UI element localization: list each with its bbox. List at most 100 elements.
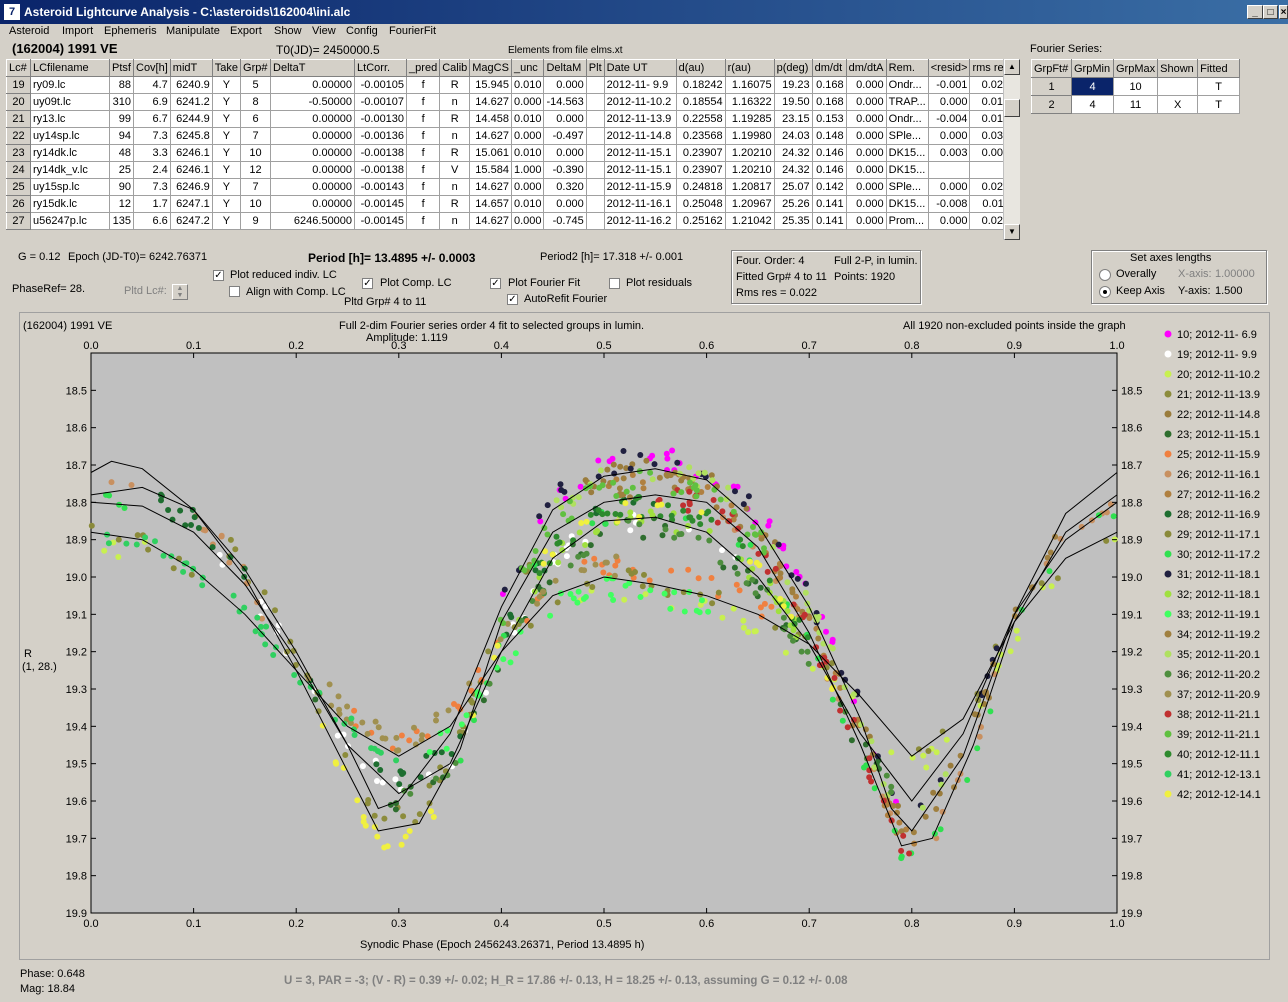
table-cell[interactable]: 9 [240,212,272,230]
table-cell[interactable]: 0.00000 [270,127,356,145]
table-cell[interactable]: -0.00136 [354,127,408,145]
table-cell[interactable]: 0.168 [811,76,847,94]
table-cell[interactable]: 2.4 [133,161,171,179]
legend-label[interactable]: 34; 2012-11-19.2 [1177,629,1260,641]
table-cell[interactable]: 1.16322 [724,93,775,111]
table-cell[interactable]: 0.23907 [675,144,726,162]
overally-radio[interactable] [1099,269,1111,281]
table-cell[interactable]: 0.00000 [270,144,356,162]
table-cell[interactable]: 6.7 [133,110,171,128]
x-axis-value[interactable]: 1.00000 [1215,268,1255,280]
table-cell[interactable]: 0.000 [845,195,887,213]
table-cell[interactable]: f [406,178,441,196]
table-cell[interactable]: 135 [109,212,134,230]
table-cell[interactable]: 1.20967 [724,195,775,213]
table-cell[interactable]: -0.008 [927,195,971,213]
column-header[interactable]: r(au) [724,59,775,77]
column-header[interactable]: DeltaM [543,59,587,77]
lightcurve-table[interactable]: Lc# LCfilename Ptsf Cov[h] midT Take Grp# Delta… [6,59,1013,230]
table-row[interactable]: 25 uy15sp.lc 90 7.3 6246.9 Y 7 0.00000 -0.00143 f… [6,178,1013,196]
table-cell[interactable]: 0.00000 [270,195,356,213]
table-cell[interactable] [585,195,605,213]
column-header[interactable]: LtCorr. [354,59,408,77]
table-cell[interactable]: u56247p.lc [30,212,110,230]
table-cell[interactable]: n [439,127,471,145]
table-cell[interactable]: Y [211,178,242,196]
fourier-column-header[interactable]: Shown [1157,59,1199,78]
table-cell[interactable]: 0.23907 [675,161,726,179]
table-cell[interactable] [585,110,605,128]
table-cell[interactable]: 19.23 [773,76,813,94]
table-cell[interactable]: f [406,161,441,179]
column-header[interactable]: Date UT [603,59,677,77]
legend-label[interactable]: 28; 2012-11-16.9 [1177,509,1260,521]
legend-label[interactable]: 42; 2012-12-14.1 [1177,789,1261,801]
table-cell[interactable]: 6244.9 [169,110,213,128]
table-cell[interactable]: 19.50 [773,93,813,111]
table-cell[interactable]: 0.010 [510,144,545,162]
table-cell[interactable]: Y [211,144,242,162]
table-cell[interactable]: 7 [240,127,272,145]
table-cell[interactable]: 5 [240,76,272,94]
table-cell[interactable]: 15.584 [469,161,512,179]
table-cell[interactable]: 0.22558 [675,110,726,128]
table-cell[interactable]: 6.6 [133,212,171,230]
row-number[interactable]: 26 [6,195,31,213]
table-cell[interactable]: 6247.2 [169,212,213,230]
column-header[interactable]: DeltaT [270,59,356,77]
table-row[interactable]: 20 uy09t.lc 310 6.9 6241.2 Y 8 -0.50000 -0.00107… [6,93,1013,111]
table-cell[interactable]: 12 [240,161,272,179]
table-cell[interactable]: -0.001 [927,76,971,94]
table-cell[interactable]: Y [211,110,242,128]
table-cell[interactable]: 0.000 [845,76,887,94]
table-cell[interactable]: -0.497 [543,127,587,145]
menu-show[interactable]: Show [274,25,302,37]
table-cell[interactable]: 0.000 [927,212,971,230]
table-cell[interactable]: Y [211,127,242,145]
table-cell[interactable]: uy15sp.lc [30,178,110,196]
legend-label[interactable]: 36; 2012-11-20.2 [1177,669,1260,681]
table-cell[interactable]: -14.563 [543,93,587,111]
table-cell[interactable]: 0.18242 [675,76,726,94]
fourier-cell[interactable]: T [1197,77,1241,96]
table-cell[interactable]: n [439,178,471,196]
legend-label[interactable]: 32; 2012-11-18.1 [1177,589,1260,601]
column-header[interactable]: d(au) [675,59,726,77]
table-cell[interactable]: 0.00000 [270,110,356,128]
table-cell[interactable] [585,93,605,111]
table-row[interactable]: 23 ry14dk.lc 48 3.3 6246.1 Y 10 0.00000 -0.00138… [6,144,1013,162]
legend-label[interactable]: 10; 2012-11- 6.9 [1177,329,1257,341]
table-scrollbar[interactable]: ▲ ▼ [1003,59,1020,240]
table-cell[interactable]: n [439,212,471,230]
table-cell[interactable]: 6 [240,110,272,128]
table-cell[interactable]: 2012-11-13.9 [603,110,677,128]
legend-label[interactable]: 25; 2012-11-15.9 [1177,449,1260,461]
table-cell[interactable]: 1.16075 [724,76,775,94]
table-cell[interactable]: 2012-11-10.2 [603,93,677,111]
table-cell[interactable]: ry14dk.lc [30,144,110,162]
table-cell[interactable]: f [406,195,441,213]
table-cell[interactable]: R [439,76,471,94]
table-cell[interactable]: 14.627 [469,178,512,196]
legend-label[interactable]: 38; 2012-11-21.1 [1177,709,1260,721]
table-cell[interactable]: 7 [240,178,272,196]
legend-label[interactable]: 41; 2012-12-13.1 [1177,769,1261,781]
table-cell[interactable]: 2012-11-16.1 [603,195,677,213]
fourier-cell[interactable]: 4 [1071,95,1114,114]
scroll-up-icon[interactable]: ▲ [1004,59,1020,75]
legend-label[interactable]: 35; 2012-11-20.1 [1177,649,1260,661]
table-cell[interactable] [585,161,605,179]
table-cell[interactable]: 0.000 [510,93,545,111]
table-cell[interactable]: 0.000 [845,178,887,196]
table-cell[interactable]: 0.000 [510,178,545,196]
column-header[interactable]: MagCS [469,59,512,77]
table-cell[interactable]: 0.000 [845,161,887,179]
table-cell[interactable]: -0.00143 [354,178,408,196]
table-cell[interactable]: 48 [109,144,134,162]
legend-label[interactable]: 21; 2012-11-13.9 [1177,389,1260,401]
row-number[interactable]: 24 [6,161,31,179]
table-cell[interactable]: 6241.2 [169,93,213,111]
column-header[interactable]: _unc [510,59,545,77]
table-cell[interactable]: 0.000 [845,127,887,145]
table-row[interactable]: 19 ry09.lc 88 4.7 6240.9 Y 5 0.00000 -0.00105 f R 1… [6,76,1013,94]
